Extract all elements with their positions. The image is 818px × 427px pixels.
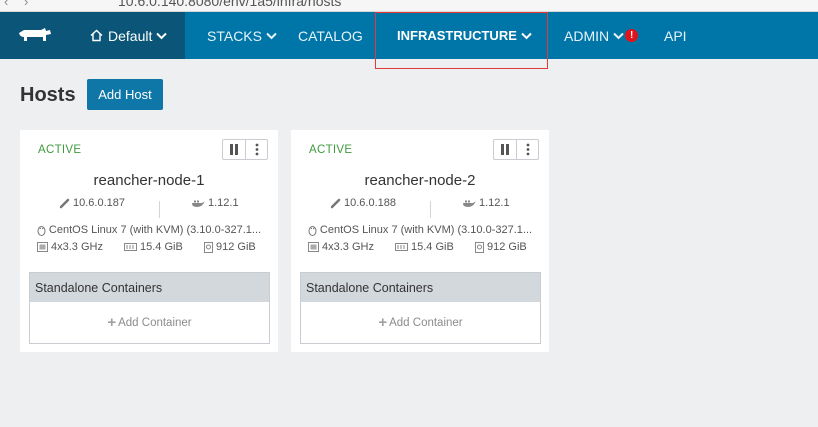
vertical-dots-icon [255,143,258,156]
docker-icon [463,200,476,207]
host-os-value: CentOS Linux 7 (with KVM) (3.10.0-327.1.… [48,224,262,236]
top-navigation-bar: Default STACKS CATALOG INFRASTRUCTURE AD… [0,12,818,59]
host-controls [493,139,539,160]
home-icon [90,29,103,42]
admin-alert-icon: ! [625,29,639,42]
link-icon [59,198,70,208]
more-actions-button[interactable] [245,140,267,159]
host-storage: 912 GiB [204,241,256,253]
host-state-badge: ACTIVE [309,144,353,156]
add-container-button[interactable]: + Add Container [30,302,269,343]
host-card: ACTIVE reancher-node-2 10.6.0.188 1.12.1… [291,130,549,352]
host-os: CentOS Linux 7 (with KVM) (3.10.0-327.1.… [308,224,532,236]
host-card: ACTIVE reancher-node-1 10.6.0.187 1.12.1… [20,130,278,352]
rancher-cow-icon [19,27,51,41]
storage-icon [475,241,484,253]
nav-infrastructure[interactable]: INFRASTRUCTURE [397,12,532,59]
nav-admin[interactable]: ADMIN ! [564,12,639,59]
nav-api-label: API [664,27,687,44]
cpu-icon [308,242,319,252]
nav-catalog[interactable]: CATALOG [298,12,363,59]
environment-switcher[interactable]: Default [68,12,185,59]
link-icon [330,198,341,208]
host-docker-version: 1.12.1 [191,197,239,209]
host-os-row: CentOS Linux 7 (with KVM) (3.10.0-327.1.… [291,224,549,236]
host-memory-value: 15.4 GiB [411,241,454,253]
cpu-icon [37,242,48,252]
browser-url[interactable]: 10.6.0.140:8080/env/1a5/infra/hosts [118,0,341,9]
browser-nav-arrows-icon[interactable]: ‹ › [4,0,34,9]
browser-url-strip: ‹ › 10.6.0.140:8080/env/1a5/infra/hosts [0,0,818,12]
host-storage-value: 912 GiB [216,241,256,253]
host-ip-value: 10.6.0.187 [73,197,125,209]
host-os-value: CentOS Linux 7 (with KVM) (3.10.0-327.1.… [319,224,533,236]
host-controls [222,139,268,160]
standalone-containers-panel: Standalone Containers + Add Container [300,272,541,344]
storage-icon [204,241,213,253]
host-docker-version: 1.12.1 [462,197,510,209]
host-storage: 912 GiB [475,241,527,253]
plus-icon: + [107,314,117,331]
add-container-button[interactable]: + Add Container [301,302,540,343]
docker-version-value: 1.12.1 [208,197,239,209]
host-cpu: 4x3.3 GHz [37,241,103,253]
host-ip-value: 10.6.0.188 [344,197,396,209]
chevron-down-icon [521,32,532,40]
divider [159,201,160,218]
host-state-badge: ACTIVE [38,144,82,156]
host-memory: 15.4 GiB [395,241,454,253]
host-cpu: 4x3.3 GHz [308,241,374,253]
pause-button[interactable] [494,140,516,159]
host-cpu-value: 4x3.3 GHz [322,241,374,253]
pause-icon [501,144,509,155]
docker-icon [192,200,205,207]
linux-icon [37,225,46,236]
nav-catalog-label: CATALOG [298,27,363,44]
environment-label: Default [108,27,153,44]
host-cpu-value: 4x3.3 GHz [51,241,103,253]
host-ip: 10.6.0.188 [330,197,396,209]
memory-icon [124,243,137,251]
standalone-containers-panel: Standalone Containers + Add Container [29,272,270,344]
plus-icon: + [378,314,388,331]
vertical-dots-icon [526,143,529,156]
host-os: CentOS Linux 7 (with KVM) (3.10.0-327.1.… [37,224,261,236]
standalone-containers-title: Standalone Containers [301,273,540,302]
add-container-label: Add Container [389,316,463,329]
chevron-down-icon [156,32,168,40]
chevron-down-icon [613,32,624,40]
nav-infrastructure-label: INFRASTRUCTURE [397,28,517,43]
host-memory: 15.4 GiB [124,241,183,253]
rancher-logo[interactable] [0,12,68,59]
host-name[interactable]: reancher-node-2 [291,172,549,189]
docker-version-value: 1.12.1 [479,197,510,209]
host-ip: 10.6.0.187 [59,197,125,209]
nav-stacks[interactable]: STACKS [207,12,277,59]
host-storage-value: 912 GiB [487,241,527,253]
pause-button[interactable] [223,140,245,159]
chevron-down-icon [266,32,277,40]
page-title: Hosts [20,84,76,106]
add-container-label: Add Container [118,316,192,329]
nav-api[interactable]: API [664,12,687,59]
standalone-containers-title: Standalone Containers [30,273,269,302]
nav-admin-label: ADMIN [564,27,610,44]
host-memory-value: 15.4 GiB [140,241,183,253]
divider [430,201,431,218]
pause-icon [230,144,238,155]
more-actions-button[interactable] [516,140,538,159]
linux-icon [308,225,317,236]
host-name[interactable]: reancher-node-1 [20,172,278,189]
host-os-row: CentOS Linux 7 (with KVM) (3.10.0-327.1.… [20,224,278,236]
add-host-button[interactable]: Add Host [87,79,163,110]
memory-icon [395,243,408,251]
nav-stacks-label: STACKS [207,27,262,44]
